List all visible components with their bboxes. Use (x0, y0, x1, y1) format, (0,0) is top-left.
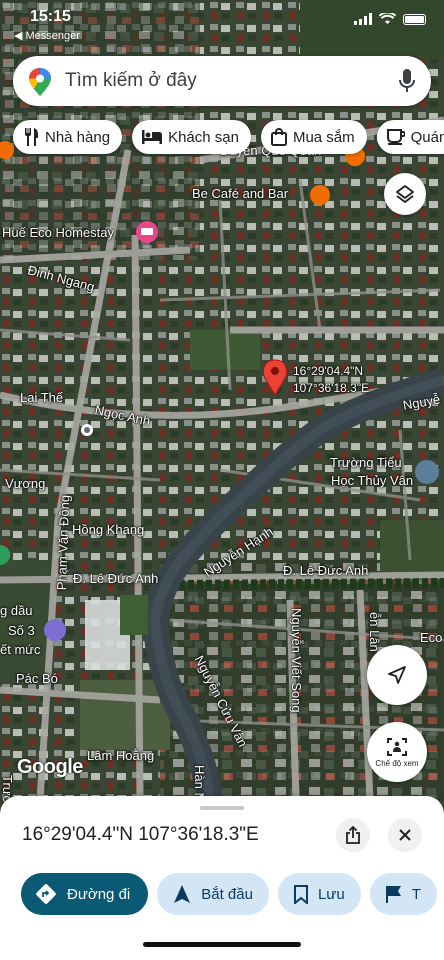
layers-icon (396, 185, 414, 203)
chip-shopping[interactable]: Mua sắm (260, 120, 367, 154)
street-label-nguyen-viet-song: Nguyễn Viết Song (289, 608, 304, 713)
wifi-icon (379, 13, 396, 24)
street-label-an-lan: ễn Lân (367, 612, 382, 652)
pin-coords-line2: 107°36'18.3"E (293, 381, 370, 395)
share-icon (346, 826, 360, 844)
street-label-lai-the: Lại Thế (20, 390, 64, 405)
chip-label: Nhà hàng (45, 128, 111, 146)
street-label-lam-hoang: Lâm Hoằng (87, 748, 155, 763)
pin-coords-line1: 16°29'04.4"N (293, 364, 364, 378)
share-button[interactable] (336, 818, 370, 852)
status-bar: 15:15 ◀ Messenger (0, 0, 444, 44)
bookmark-icon (293, 884, 308, 904)
place-bottom-sheet[interactable]: 16°29'04.4"N 107°36'18.3"E Đường đi Bắt … (0, 796, 444, 960)
street-label-le-duc-anh-left: Đ. Lê Đức Anh (73, 571, 159, 586)
map-label-truong-tieu-hoc-line1[interactable]: Trường Tiểu (330, 455, 402, 470)
sheet-drag-handle[interactable] (200, 806, 244, 810)
maps-logo-icon (29, 68, 51, 96)
signal-icon (354, 13, 372, 25)
label-button-text: T (411, 885, 421, 903)
chip-hotels[interactable]: Khách sạn (132, 120, 251, 154)
map-label-so3: Số 3 (8, 623, 35, 638)
sheet-actions: Đường đi Bắt đầu Lưu T (21, 873, 437, 915)
directions-label: Đường đi (67, 885, 131, 903)
microphone-icon[interactable] (399, 69, 415, 93)
save-label: Lưu (317, 885, 345, 903)
restaurant-icon (25, 128, 38, 146)
search-input[interactable]: Tìm kiếm ở đây (65, 70, 197, 92)
start-label: Bắt đầu (201, 885, 253, 903)
sheet-coordinates: 16°29'04.4"N 107°36'18.3"E (22, 824, 259, 845)
back-to-app-link[interactable]: ◀ Messenger (14, 29, 80, 42)
map-label-hue-eco-homestay[interactable]: Huế Eco Homestay (2, 225, 114, 240)
chip-label: Mua sắm (292, 128, 355, 146)
navigation-start-icon (174, 885, 191, 903)
chip-cafes[interactable]: Quán (376, 120, 444, 154)
google-logo: Google (17, 756, 83, 778)
street-view-icon (387, 737, 407, 756)
close-button[interactable] (388, 818, 422, 852)
map-label-be-cafe[interactable]: Be Café and Bar (192, 186, 288, 201)
category-chips: Nhà hàng Khách sạn Mua sắm Quán (13, 120, 444, 154)
coffee-icon (386, 129, 405, 145)
map-label-eco: Eco (420, 630, 443, 645)
chip-restaurants[interactable]: Nhà hàng (13, 120, 123, 154)
street-label-pac-bo: Pác Bó (16, 671, 58, 686)
street-label-vuong: Vương (5, 476, 46, 491)
map-label-dau: g dầu (0, 603, 33, 618)
status-time: 15:15 (30, 8, 71, 25)
layers-button[interactable] (384, 173, 426, 215)
home-indicator (143, 942, 301, 947)
street-label-le-duc-anh-right: Đ. Lê Đức Anh (283, 563, 369, 578)
flag-icon (385, 885, 401, 903)
label-button[interactable]: T (369, 873, 437, 915)
map-label-muc: ết mức (0, 642, 41, 657)
battery-icon (403, 13, 426, 25)
directions-icon (36, 884, 56, 904)
shopping-bag-icon (270, 128, 287, 146)
start-button[interactable]: Bắt đầu (157, 873, 269, 915)
map-label-hong-khang[interactable]: Hồng Khang (72, 522, 144, 537)
navigation-arrow-icon (388, 666, 406, 684)
hotel-icon (142, 130, 163, 144)
my-location-button[interactable] (367, 645, 427, 705)
street-view-label: Chế độ xem (375, 758, 419, 768)
save-button[interactable]: Lưu (277, 873, 361, 915)
close-icon (399, 829, 411, 841)
street-view-button[interactable]: Chế độ xem (367, 722, 427, 782)
chip-label: Quán (410, 128, 444, 146)
chip-label: Khách sạn (168, 128, 239, 146)
map-label-truong-tieu-hoc-line2[interactable]: Học Thủy Vân (331, 473, 413, 488)
status-icons (354, 13, 426, 25)
search-bar[interactable]: Tìm kiếm ở đây (13, 56, 431, 106)
directions-button[interactable]: Đường đi (21, 873, 149, 915)
